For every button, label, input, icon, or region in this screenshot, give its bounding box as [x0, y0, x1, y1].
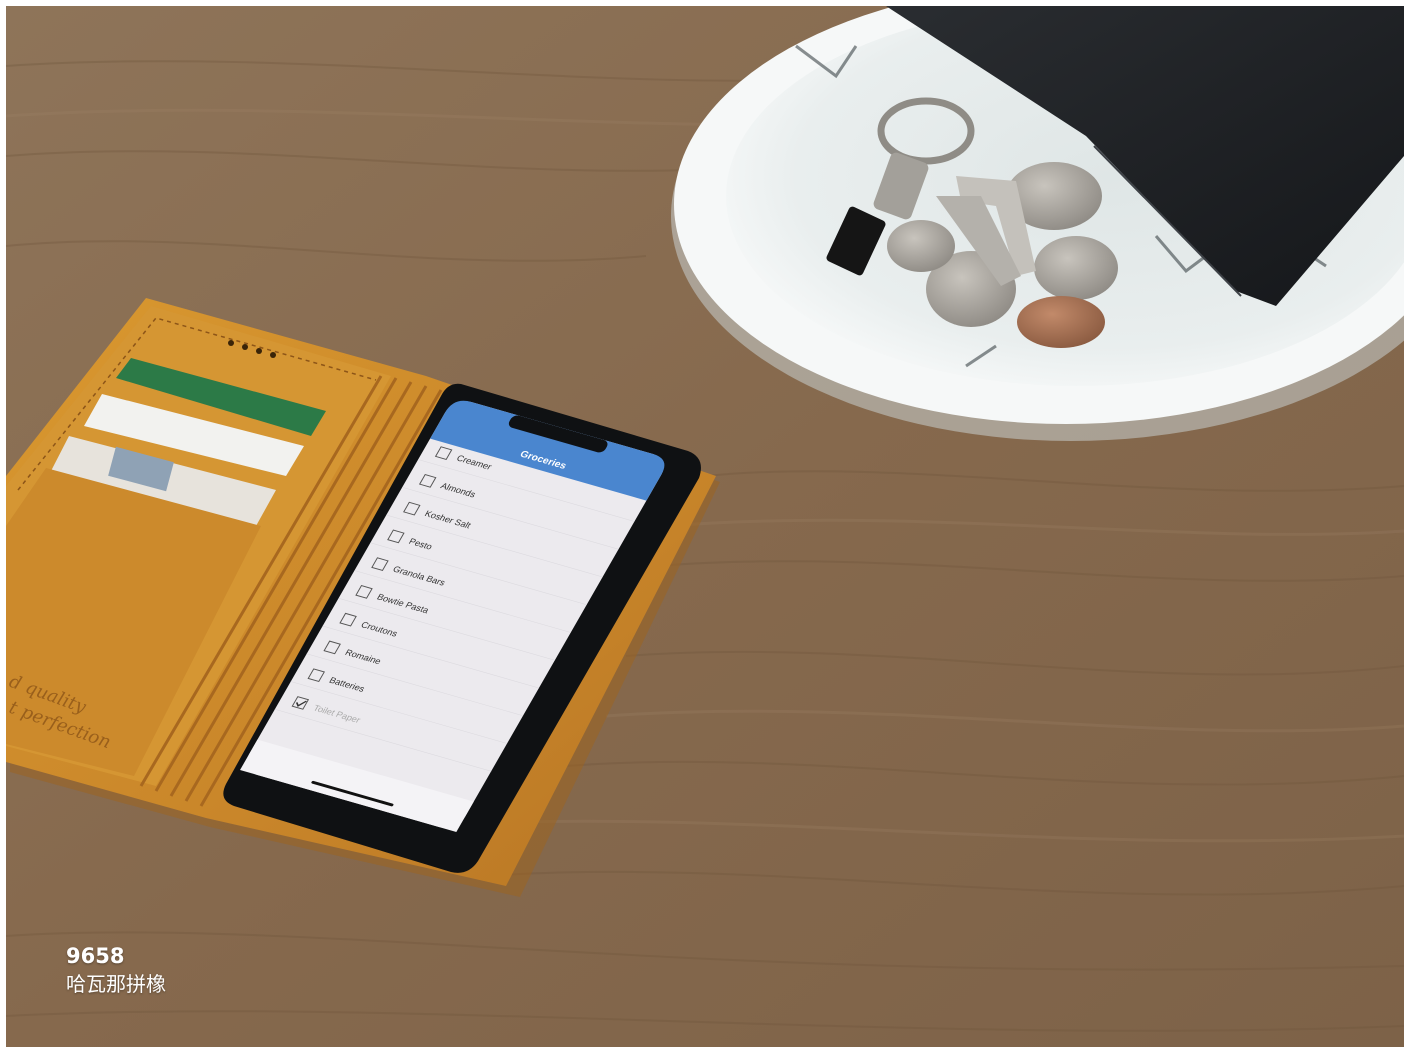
product-caption: 9658 哈瓦那拼橡 — [66, 942, 166, 998]
product-name: 哈瓦那拼橡 — [66, 972, 166, 996]
photo-frame: d quality t perfection Groceries Creamer… — [6, 6, 1404, 1047]
product-code: 9658 — [66, 944, 125, 968]
product-photo: d quality t perfection Groceries Creamer… — [6, 6, 1404, 1047]
